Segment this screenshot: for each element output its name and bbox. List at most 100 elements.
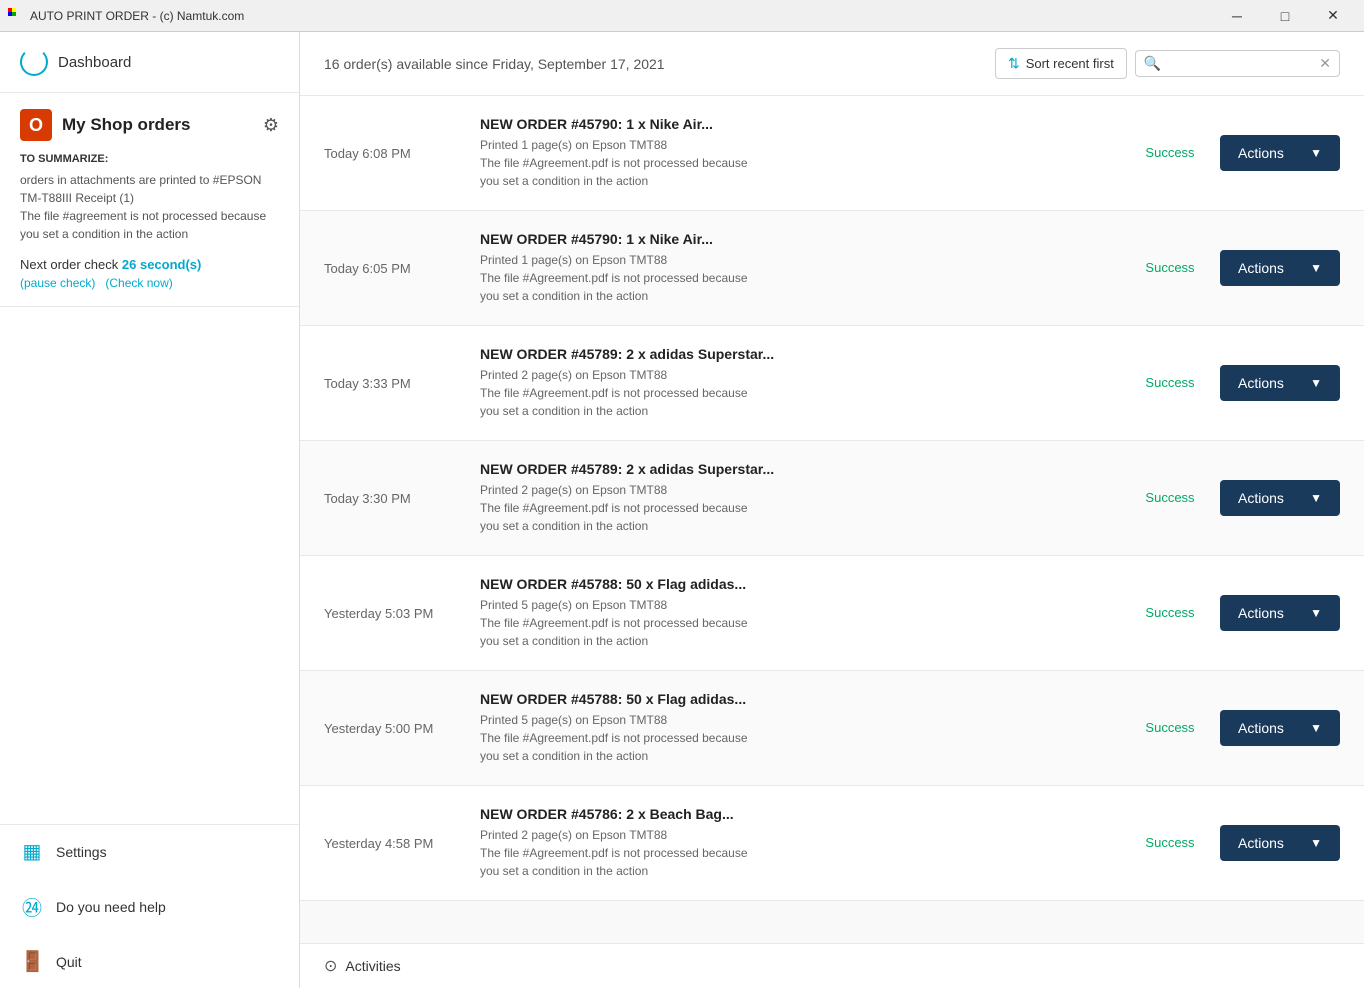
order-info-6: NEW ORDER #45786: 2 x Beach Bag... Print… [464,806,1120,880]
next-check: Next order check 26 second(s) [20,257,279,272]
actions-label-3: Actions [1238,490,1284,506]
order-info-0: NEW ORDER #45790: 1 x Nike Air... Printe… [464,116,1120,190]
sidebar-item-settings[interactable]: ▦ Settings [0,825,299,878]
content-header: 16 order(s) available since Friday, Sept… [300,32,1364,96]
order-actions-2: Actions ▼ [1220,365,1340,401]
order-time-3: Today 3:30 PM [324,491,464,506]
order-status-4: Success [1120,604,1220,622]
title-bar-controls: ─ □ ✕ [1214,0,1356,32]
order-row: Today 6:05 PM NEW ORDER #45790: 1 x Nike… [300,211,1364,326]
check-now-link[interactable]: (Check now) [105,276,172,290]
search-input[interactable] [1165,56,1315,71]
order-detail-4: Printed 5 page(s) on Epson TMT88The file… [480,596,1104,650]
order-title-2: NEW ORDER #45789: 2 x adidas Superstar..… [480,346,1104,362]
sidebar: Dashboard O My Shop orders ⚙ TO SUMMARIZ… [0,32,300,988]
dashboard-label: Dashboard [58,54,131,71]
actions-chevron-icon-2: ▼ [1310,376,1322,390]
status-badge-6: Success [1145,835,1194,850]
order-time-5: Yesterday 5:00 PM [324,721,464,736]
actions-chevron-icon-4: ▼ [1310,606,1322,620]
activities-bar: ⊙ Activities [300,943,1364,988]
maximize-button[interactable]: □ [1262,0,1308,32]
help-icon: ㉔ [20,892,44,921]
order-status-3: Success [1120,489,1220,507]
order-info-3: NEW ORDER #45789: 2 x adidas Superstar..… [464,461,1120,535]
sidebar-bottom: ▦ Settings ㉔ Do you need help 🚪 Quit [0,824,299,988]
order-time-6: Yesterday 4:58 PM [324,836,464,851]
actions-chevron-icon-3: ▼ [1310,491,1322,505]
order-title-5: NEW ORDER #45788: 50 x Flag adidas... [480,691,1104,707]
order-actions-6: Actions ▼ [1220,825,1340,861]
order-status-5: Success [1120,719,1220,737]
actions-button-2[interactable]: Actions ▼ [1220,365,1340,401]
actions-label-4: Actions [1238,605,1284,621]
order-time-2: Today 3:33 PM [324,376,464,391]
sidebar-item-quit[interactable]: 🚪 Quit [0,935,299,988]
main-content: 16 order(s) available since Friday, Sept… [300,32,1364,988]
order-info-1: NEW ORDER #45790: 1 x Nike Air... Printe… [464,231,1120,305]
order-info-5: NEW ORDER #45788: 50 x Flag adidas... Pr… [464,691,1120,765]
header-controls: ⇅ Sort recent first 🔍 ✕ [995,48,1340,79]
status-badge-3: Success [1145,490,1194,505]
check-links: (pause check) (Check now) [20,276,279,290]
order-actions-3: Actions ▼ [1220,480,1340,516]
actions-button-0[interactable]: Actions ▼ [1220,135,1340,171]
order-row: Today 3:30 PM NEW ORDER #45789: 2 x adid… [300,441,1364,556]
actions-button-1[interactable]: Actions ▼ [1220,250,1340,286]
actions-chevron-icon-1: ▼ [1310,261,1322,275]
app-icon [8,8,24,24]
order-detail-6: Printed 2 page(s) on Epson TMT88The file… [480,826,1104,880]
app-body: Dashboard O My Shop orders ⚙ TO SUMMARIZ… [0,32,1364,988]
actions-label-0: Actions [1238,145,1284,161]
sidebar-shop-section: O My Shop orders ⚙ TO SUMMARIZE: orders … [0,93,299,307]
sort-button[interactable]: ⇅ Sort recent first [995,48,1127,79]
order-title-6: NEW ORDER #45786: 2 x Beach Bag... [480,806,1104,822]
shop-header: O My Shop orders ⚙ [20,109,279,141]
actions-button-5[interactable]: Actions ▼ [1220,710,1340,746]
order-actions-1: Actions ▼ [1220,250,1340,286]
actions-chevron-icon-6: ▼ [1310,836,1322,850]
order-row: Yesterday 4:58 PM NEW ORDER #45786: 2 x … [300,786,1364,901]
dashboard-icon [20,48,48,76]
actions-label-2: Actions [1238,375,1284,391]
actions-chevron-icon-0: ▼ [1310,146,1322,160]
title-bar: AUTO PRINT ORDER - (c) Namtuk.com ─ □ ✕ [0,0,1364,32]
sidebar-item-help[interactable]: ㉔ Do you need help [0,878,299,935]
next-check-seconds: 26 second(s) [122,257,201,272]
order-title-4: NEW ORDER #45788: 50 x Flag adidas... [480,576,1104,592]
order-row: Today 3:33 PM NEW ORDER #45789: 2 x adid… [300,326,1364,441]
close-button[interactable]: ✕ [1310,0,1356,32]
order-info-2: NEW ORDER #45789: 2 x adidas Superstar..… [464,346,1120,420]
order-time-1: Today 6:05 PM [324,261,464,276]
orders-count: 16 order(s) available since Friday, Sept… [324,56,665,72]
order-status-2: Success [1120,374,1220,392]
shop-header-left: O My Shop orders [20,109,190,141]
shop-icon: O [20,109,52,141]
settings-label: Settings [56,844,107,860]
quit-icon: 🚪 [20,949,44,974]
order-status-1: Success [1120,259,1220,277]
order-row: Yesterday 5:00 PM NEW ORDER #45788: 50 x… [300,671,1364,786]
order-row: Yesterday 5:03 PM NEW ORDER #45788: 50 x… [300,556,1364,671]
order-actions-5: Actions ▼ [1220,710,1340,746]
minimize-button[interactable]: ─ [1214,0,1260,32]
status-badge-0: Success [1145,145,1194,160]
orders-list: Today 6:08 PM NEW ORDER #45790: 1 x Nike… [300,96,1364,943]
settings-gear-icon[interactable]: ⚙ [263,115,279,136]
order-title-3: NEW ORDER #45789: 2 x adidas Superstar..… [480,461,1104,477]
actions-button-4[interactable]: Actions ▼ [1220,595,1340,631]
pause-check-link[interactable]: (pause check) [20,276,95,290]
actions-chevron-icon-5: ▼ [1310,721,1322,735]
next-check-label: Next order check [20,257,118,272]
sidebar-item-dashboard[interactable]: Dashboard [0,32,299,93]
settings-icon: ▦ [20,839,44,864]
order-status-6: Success [1120,834,1220,852]
order-time-4: Yesterday 5:03 PM [324,606,464,621]
title-bar-left: AUTO PRINT ORDER - (c) Namtuk.com [8,8,244,24]
actions-button-6[interactable]: Actions ▼ [1220,825,1340,861]
actions-button-3[interactable]: Actions ▼ [1220,480,1340,516]
activities-toggle-icon[interactable]: ⊙ [324,956,337,976]
sort-icon: ⇅ [1008,55,1020,72]
quit-label: Quit [56,954,82,970]
search-clear-icon[interactable]: ✕ [1319,55,1331,72]
